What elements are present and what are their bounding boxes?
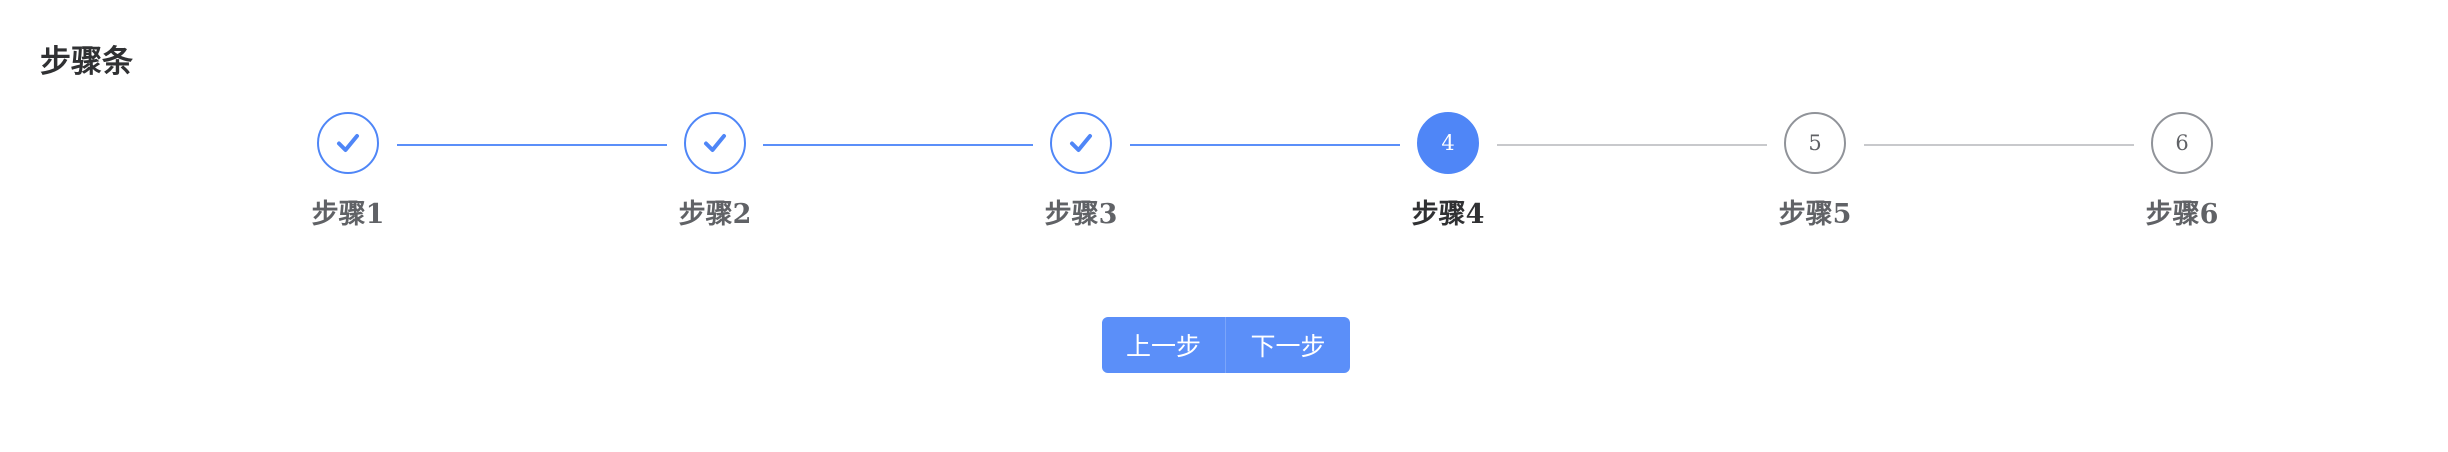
step-1-label: 步骤1 xyxy=(311,199,385,230)
step-2-circle[interactable] xyxy=(684,112,746,174)
steps-bar: 步骤1 步骤2 步骤3 4 步骤4 5 步骤5 6 步骤6 xyxy=(0,0,2448,250)
check-icon xyxy=(1070,134,1092,152)
step-1-circle[interactable] xyxy=(317,112,379,174)
step-6-number: 6 xyxy=(2175,131,2189,155)
prev-step-button[interactable]: 上一步 xyxy=(1102,317,1226,373)
step-connector xyxy=(397,144,667,146)
step-4-number: 4 xyxy=(1441,131,1455,155)
step-3-circle[interactable] xyxy=(1050,112,1112,174)
step-nav-button-group: 上一步 下一步 xyxy=(1102,317,1350,373)
check-icon xyxy=(337,134,359,152)
step-5-circle[interactable]: 5 xyxy=(1784,112,1846,174)
step-connector xyxy=(1130,144,1400,146)
step-connector xyxy=(1497,144,1767,146)
step-6-label: 步骤6 xyxy=(2145,199,2219,230)
next-step-button[interactable]: 下一步 xyxy=(1226,317,1350,373)
step-connector xyxy=(763,144,1033,146)
step-6-circle[interactable]: 6 xyxy=(2151,112,2213,174)
step-4-circle[interactable]: 4 xyxy=(1417,112,1479,174)
step-5-number: 5 xyxy=(1808,131,1822,155)
step-4-label: 步骤4 xyxy=(1411,199,1485,230)
step-5-label: 步骤5 xyxy=(1778,199,1852,230)
step-2-label: 步骤2 xyxy=(678,199,752,230)
check-icon xyxy=(704,134,726,152)
step-3-label: 步骤3 xyxy=(1044,199,1118,230)
step-connector xyxy=(1864,144,2134,146)
